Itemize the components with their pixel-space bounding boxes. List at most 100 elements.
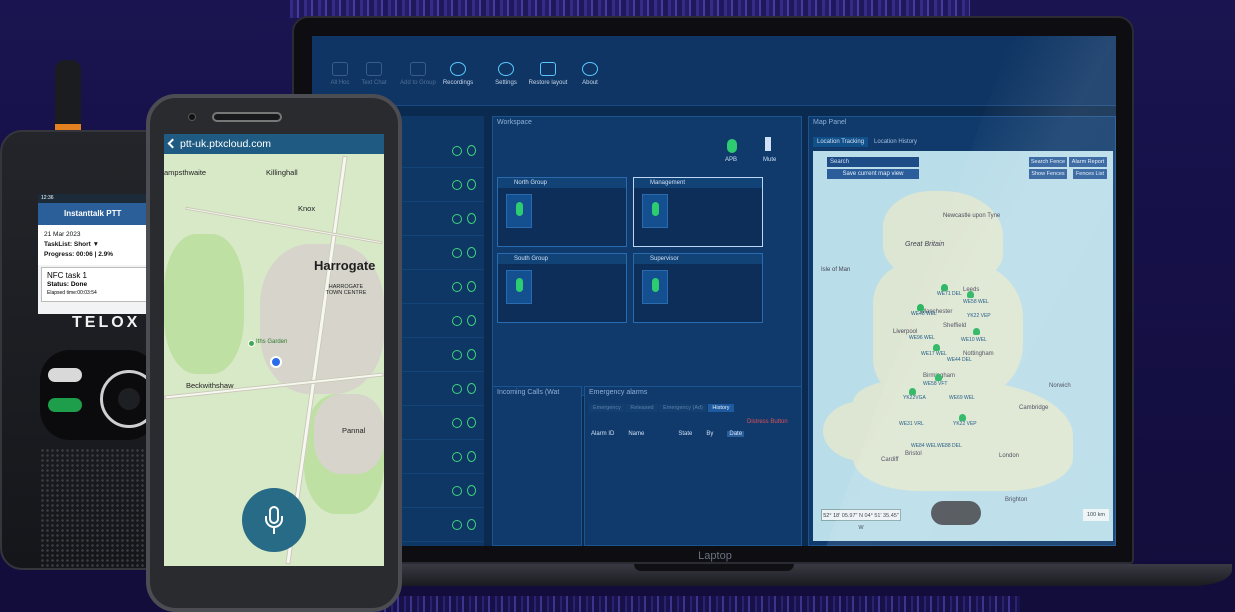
locate-icon[interactable] xyxy=(452,214,462,224)
map-place: ampsthwaite xyxy=(164,168,207,177)
url-text: ptt-uk.ptxcloud.com xyxy=(180,138,272,150)
speaker-icon[interactable] xyxy=(765,137,777,151)
workspace-panel: Workspace APB Mute North Group Managemen… xyxy=(492,116,802,396)
tab-location-history[interactable]: Location History xyxy=(870,137,921,147)
mic-icon[interactable] xyxy=(467,349,476,360)
vehicle-marker[interactable]: WE31 VRL xyxy=(899,421,924,427)
map-view[interactable]: Search Save current map view Search Fenc… xyxy=(813,151,1113,541)
tab-released[interactable]: Released xyxy=(626,404,658,412)
pin-icon[interactable] xyxy=(967,291,974,298)
mic-icon[interactable] xyxy=(467,451,476,462)
vehicle-marker[interactable]: WE71 DEL xyxy=(937,291,962,297)
map-panel: Map Panel Location Tracking Location Hist… xyxy=(808,116,1116,546)
vehicle-marker[interactable]: WE96 WEL xyxy=(909,335,935,341)
col-by[interactable]: By xyxy=(706,431,713,437)
vehicle-marker[interactable]: WE69 WEL xyxy=(949,395,975,401)
toolbar-recordings-button[interactable]: Recordings xyxy=(434,62,482,98)
alarm-report-button[interactable]: Alarm Report xyxy=(1069,157,1107,167)
mic-icon[interactable] xyxy=(467,485,476,496)
tab-emergency[interactable]: Emergency xyxy=(589,404,625,412)
col-date[interactable]: Date xyxy=(727,431,745,437)
mic-icon[interactable] xyxy=(467,383,476,394)
pin-icon[interactable] xyxy=(973,328,980,335)
vehicle-marker[interactable]: WE17 WEL xyxy=(921,351,947,357)
mic-icon[interactable] xyxy=(467,145,476,156)
locate-icon[interactable] xyxy=(452,248,462,258)
locate-icon[interactable] xyxy=(452,418,462,428)
pin-icon[interactable] xyxy=(941,284,948,291)
group-card-north[interactable]: North Group xyxy=(497,177,627,247)
mic-icon[interactable] xyxy=(467,179,476,190)
locate-icon[interactable] xyxy=(452,180,462,190)
mic-icon[interactable] xyxy=(467,519,476,530)
locate-icon[interactable] xyxy=(452,350,462,360)
pin-icon[interactable] xyxy=(935,374,942,381)
vehicle-marker[interactable]: WE10 WEL xyxy=(961,337,987,343)
group-mic-button[interactable] xyxy=(506,270,532,304)
vehicle-marker[interactable]: YK22 VEP xyxy=(967,313,991,319)
call-button[interactable] xyxy=(48,398,82,412)
group-mic-button[interactable] xyxy=(642,194,668,228)
col-name[interactable]: Name xyxy=(628,431,644,437)
mic-icon[interactable] xyxy=(467,417,476,428)
locate-icon[interactable] xyxy=(452,316,462,326)
toolbar-settings-button[interactable]: Settings xyxy=(482,62,530,98)
locate-icon[interactable] xyxy=(452,520,462,530)
pin-icon[interactable] xyxy=(933,344,940,351)
tab-history[interactable]: History xyxy=(708,404,734,412)
pin-icon[interactable] xyxy=(959,414,966,421)
locate-icon[interactable] xyxy=(452,384,462,394)
map-panel-title: Map Panel xyxy=(813,119,847,126)
group-card-supervisor[interactable]: Supervisor xyxy=(633,253,763,323)
vehicle-marker[interactable]: WE58 WEL xyxy=(963,299,989,305)
vehicle-marker[interactable]: YK22 VEP xyxy=(953,421,977,427)
vehicle-marker[interactable]: WE44 DEL xyxy=(947,357,972,363)
map-search-input[interactable]: Search xyxy=(827,157,919,167)
locate-icon[interactable] xyxy=(452,146,462,156)
end-call-button[interactable] xyxy=(48,368,82,382)
vehicle-marker[interactable]: WE84 WEL xyxy=(911,443,937,449)
task-date: 21 Mar 2023 xyxy=(44,231,81,238)
gear-icon xyxy=(498,62,514,76)
pin-icon[interactable] xyxy=(909,388,916,395)
locate-icon[interactable] xyxy=(452,282,462,292)
show-fences-button[interactable]: Show Fences xyxy=(1029,169,1067,179)
locate-icon[interactable] xyxy=(452,486,462,496)
vehicle-marker[interactable]: WE48 WEL xyxy=(911,311,937,317)
locate-icon[interactable] xyxy=(452,452,462,462)
save-map-view-button[interactable]: Save current map view xyxy=(827,169,919,179)
group-card-management[interactable]: Management xyxy=(633,177,763,247)
search-fence-button[interactable]: Search Fence xyxy=(1029,157,1067,167)
address-bar[interactable]: ptt-uk.ptxcloud.com xyxy=(164,134,384,154)
group-mic-button[interactable] xyxy=(506,194,532,228)
col-alarm-id[interactable]: Alarm ID xyxy=(591,431,614,437)
group-card-south[interactable]: South Group xyxy=(497,253,627,323)
vehicle-marker[interactable]: WE58 VFT xyxy=(923,381,947,387)
toolbar-text-chat-button[interactable]: Text Chat xyxy=(350,62,398,98)
fences-list-button[interactable]: Fences List xyxy=(1073,169,1107,179)
toolbar-about-button[interactable]: About xyxy=(566,62,614,98)
vehicle-marker[interactable]: WE88 DEL xyxy=(937,443,962,449)
mic-icon[interactable] xyxy=(467,213,476,224)
col-state[interactable]: State xyxy=(678,431,692,437)
current-location-icon[interactable] xyxy=(270,356,282,368)
vehicle-marker[interactable]: YK22VGA xyxy=(903,395,926,401)
task-card[interactable]: NFC task 1 Status: Done Elapsed time:00:… xyxy=(41,267,153,302)
mic-icon[interactable] xyxy=(467,315,476,326)
dpad-center-button[interactable] xyxy=(118,388,140,410)
mic-icon[interactable] xyxy=(467,281,476,292)
apb-mic-icon[interactable] xyxy=(727,139,737,153)
back-arrow-icon[interactable] xyxy=(167,138,178,149)
ptt-button[interactable] xyxy=(242,488,306,552)
tab-location-tracking[interactable]: Location Tracking xyxy=(813,137,869,147)
tasklist-select[interactable]: TaskList: Short ▼ xyxy=(44,240,150,250)
tab-emergency-ad[interactable]: Emergency (Ad) xyxy=(659,404,707,412)
mic-icon[interactable] xyxy=(467,247,476,258)
coordinates-readout: 52° 18' 05.97" N 04° 51' 35.45" W xyxy=(821,509,901,531)
group-mic-button[interactable] xyxy=(642,270,668,304)
toolbar-restore-layout-button[interactable]: Restore layout xyxy=(524,62,572,98)
telox-screen: 12:36 Instanttalk PTT 21 Mar 2023 TaskLi… xyxy=(38,194,156,314)
pin-icon[interactable] xyxy=(917,304,924,311)
poi-marker[interactable] xyxy=(248,340,255,347)
map-nav-control[interactable] xyxy=(931,501,981,525)
